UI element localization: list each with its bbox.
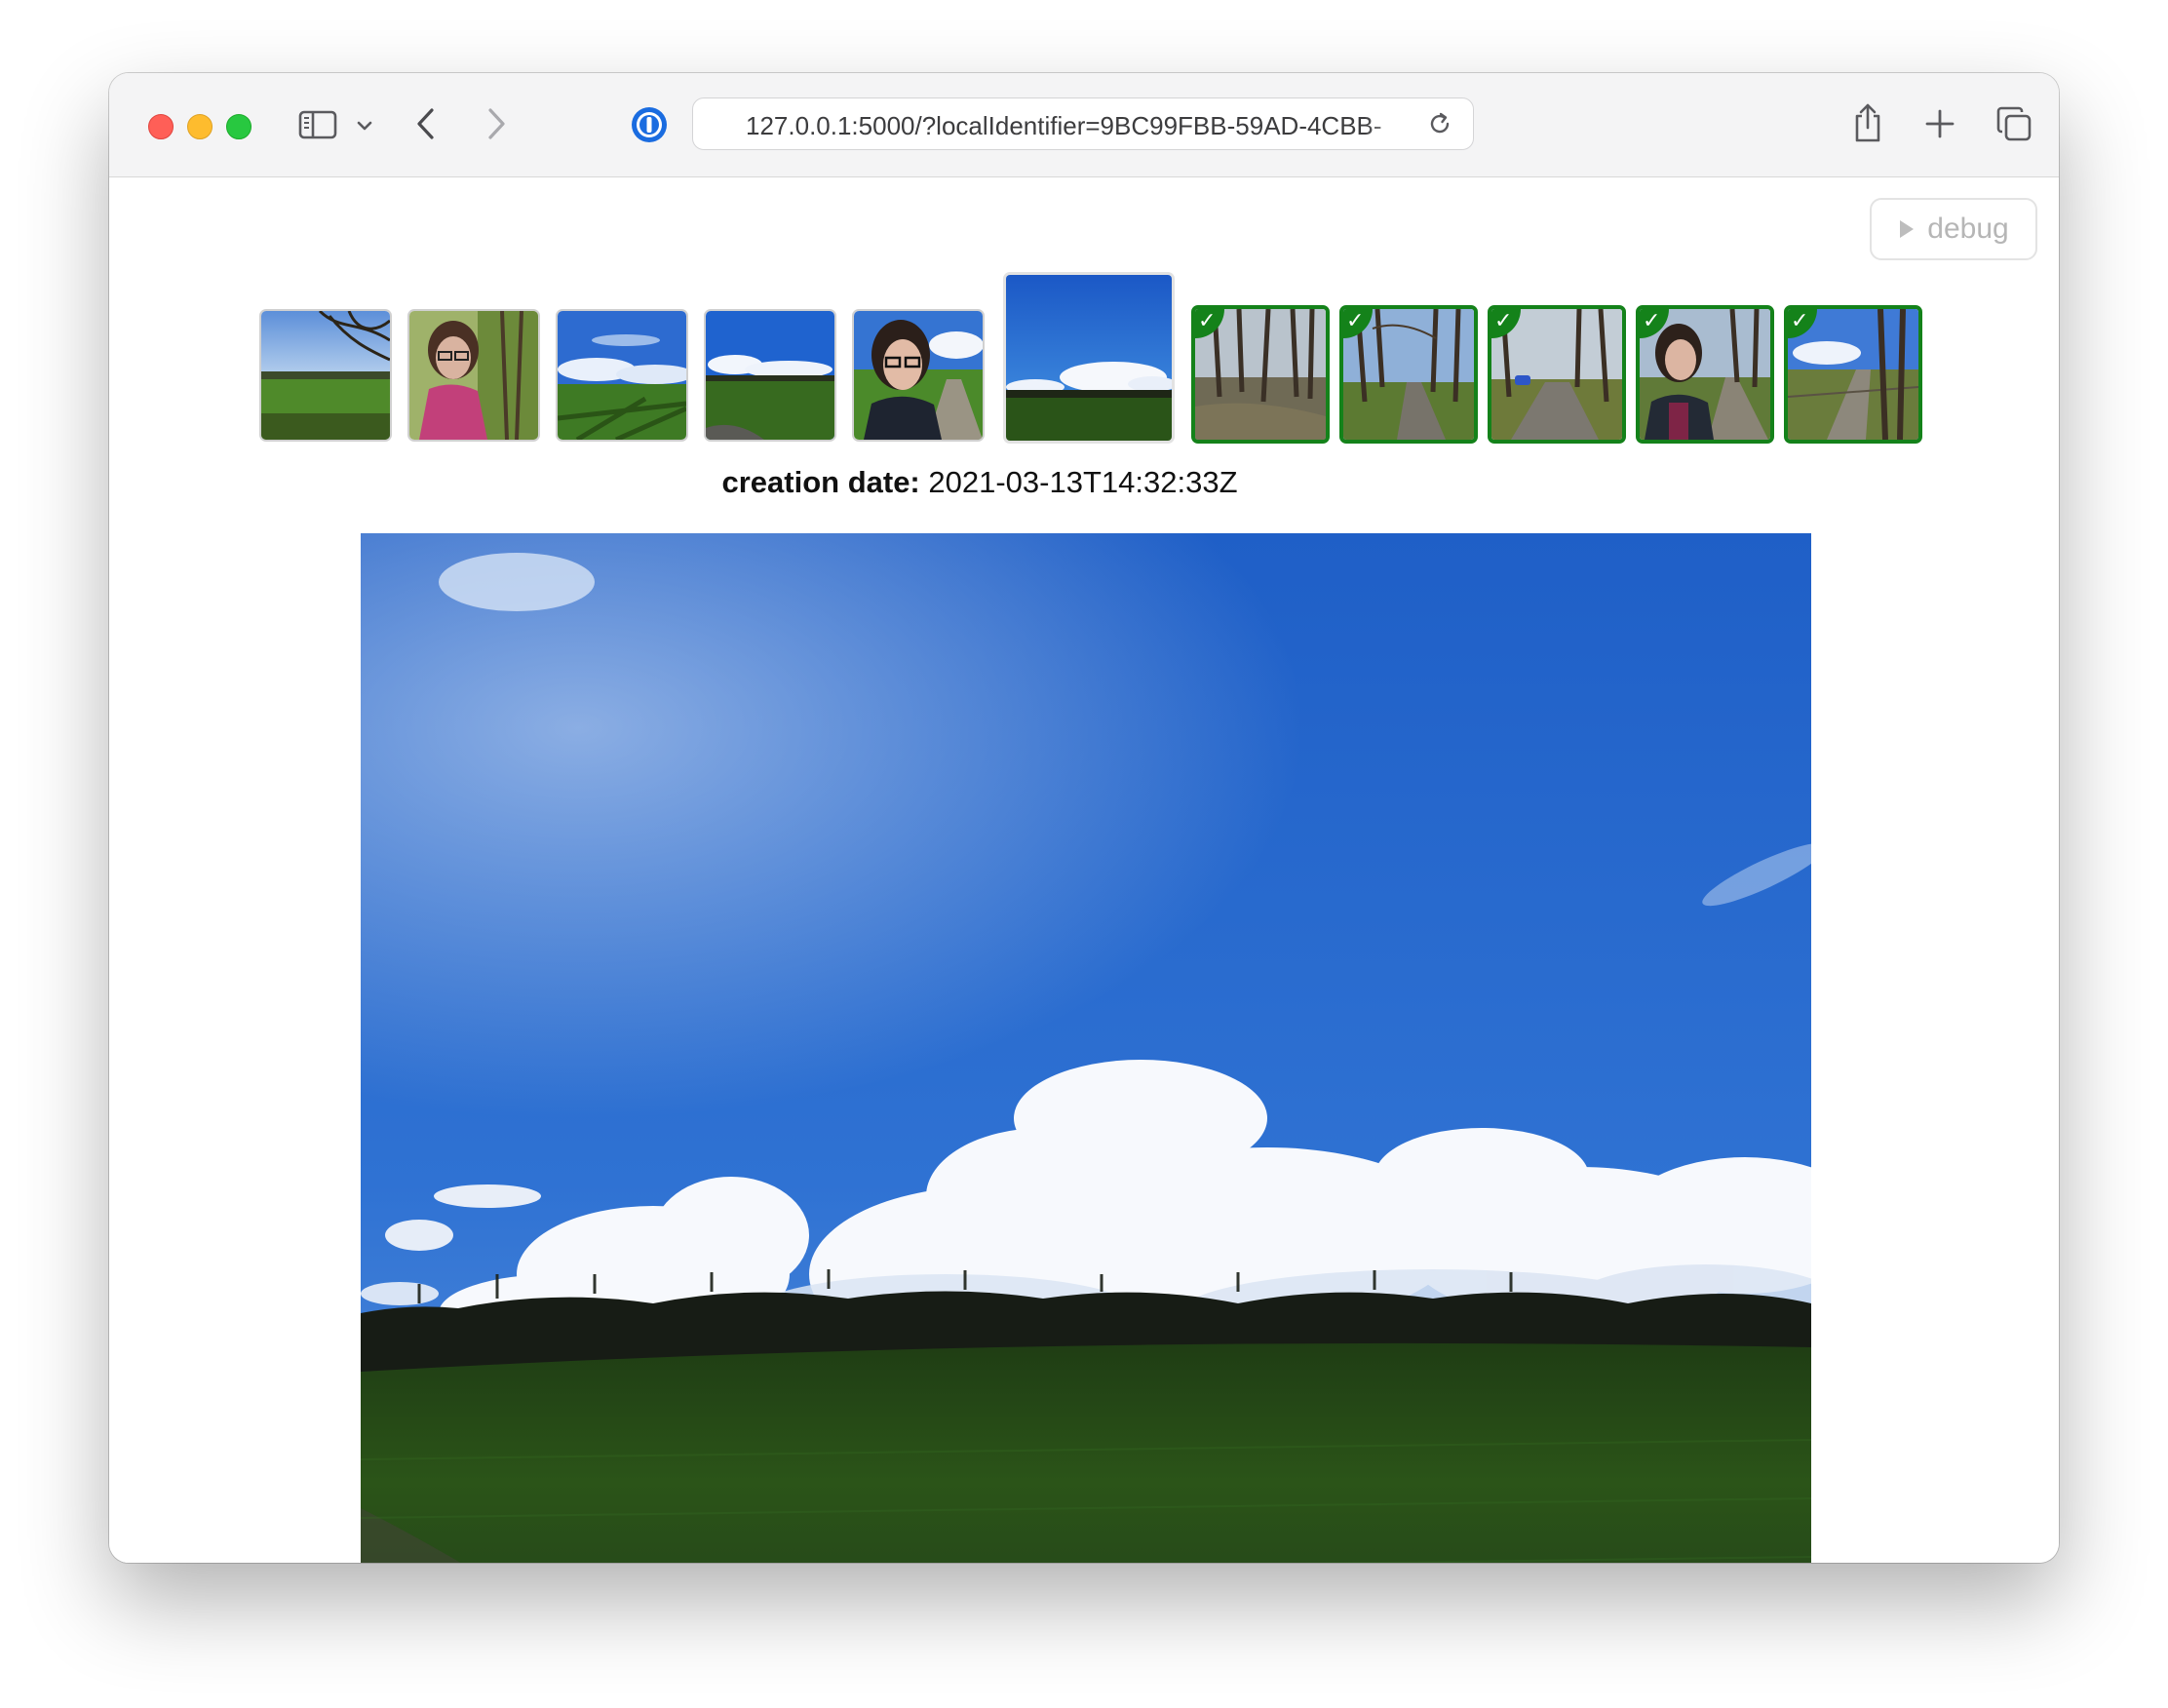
creation-date-value: 2021-03-13T14:32:33Z: [928, 465, 1238, 499]
reload-icon[interactable]: [1426, 110, 1453, 137]
plus-icon[interactable]: [1922, 106, 1957, 141]
thumbnail[interactable]: [704, 309, 836, 442]
browser-window: 127.0.0.1:5000/?localIdentifier=9BC99FBB…: [109, 73, 2059, 1563]
thumbnail-checked[interactable]: ✓: [1488, 305, 1626, 444]
forward-arrow-icon[interactable]: [482, 104, 511, 143]
thumbnail[interactable]: [556, 309, 688, 442]
thumbnail-checked[interactable]: ✓: [1339, 305, 1478, 444]
play-triangle-icon: [1900, 220, 1915, 238]
close-window-button[interactable]: [148, 114, 174, 139]
zoom-window-button[interactable]: [226, 114, 252, 139]
thumbnail[interactable]: [852, 309, 985, 442]
tab-overview-icon[interactable]: [1994, 104, 2033, 143]
thumbnail[interactable]: [407, 309, 540, 442]
share-icon[interactable]: [1850, 100, 1885, 145]
password-manager-icon[interactable]: [630, 105, 669, 144]
debug-toggle[interactable]: debug: [1870, 198, 2037, 260]
url-text: 127.0.0.1:5000/?localIdentifier=9BC99FBB…: [746, 112, 1382, 139]
address-bar[interactable]: 127.0.0.1:5000/?localIdentifier=9BC99FBB…: [692, 97, 1474, 150]
thumbnail-checked[interactable]: ✓: [1636, 305, 1774, 444]
thumbnail-checked[interactable]: ✓: [1191, 305, 1330, 444]
browser-toolbar: 127.0.0.1:5000/?localIdentifier=9BC99FBB…: [109, 73, 2059, 177]
chevron-down-icon[interactable]: [353, 114, 376, 137]
sidebar-icon[interactable]: [294, 106, 341, 143]
debug-label: debug: [1927, 213, 2009, 245]
creation-date: creation date: 2021-03-13T14:32:33Z: [109, 465, 1850, 500]
main-photo: [361, 533, 1811, 1563]
thumbnail[interactable]: [259, 309, 392, 442]
creation-date-label: creation date:: [721, 465, 920, 499]
back-arrow-icon[interactable]: [411, 104, 441, 143]
page-content: ✓ ✓ ✓ ✓ ✓ debug creation date: 2021-03-1…: [109, 177, 2059, 1563]
minimize-window-button[interactable]: [187, 114, 213, 139]
thumbnail-current[interactable]: [1003, 272, 1175, 444]
thumbnail-checked[interactable]: ✓: [1784, 305, 1922, 444]
